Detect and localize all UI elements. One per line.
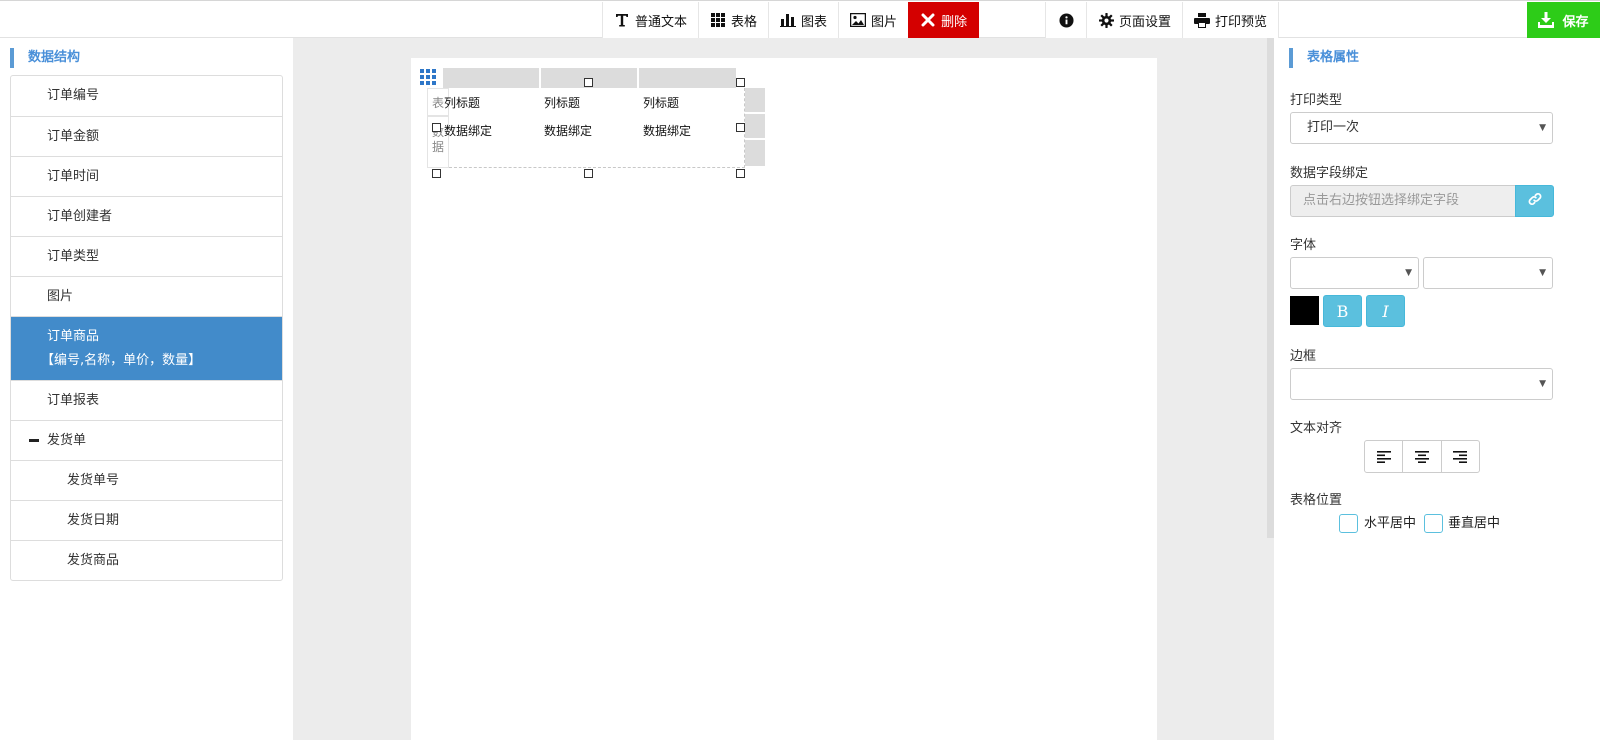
chevron-down-icon: ▼ — [1539, 379, 1546, 389]
tree-item-order-number[interactable]: 订单编号 — [11, 76, 282, 116]
tree-item-label: 订单商品 — [47, 329, 100, 344]
printer-icon — [1194, 12, 1211, 28]
resize-handle[interactable] — [736, 78, 745, 87]
info-icon — [1058, 12, 1074, 28]
print-preview-button[interactable]: 打印预览 — [1182, 2, 1280, 38]
table-position-label: 表格位置 — [1290, 493, 1343, 508]
vertical-center-label: 垂直居中 — [1448, 516, 1501, 531]
table-properties-panel: 表格属性 打印类型 打印一次 ▼ 数据字段绑定 点击右边按钮选择绑定字段 字体 … — [1274, 38, 1600, 740]
print-page[interactable]: 表 数据 列标题 列标题 列标题 数据绑定 数据绑定 数据绑定 — [411, 58, 1157, 740]
data-field-label: 数据字段绑定 — [1290, 166, 1369, 181]
tree-item-shipping-goods[interactable]: 发货商品 — [11, 540, 282, 580]
italic-button[interactable]: I — [1366, 295, 1405, 327]
delete-button[interactable]: 删除 — [908, 2, 980, 38]
row-handle-2[interactable] — [745, 114, 765, 138]
chevron-down-icon: ▼ — [1405, 268, 1412, 278]
bar-chart-icon — [780, 12, 797, 28]
data-binding-cell[interactable]: 数据绑定 — [643, 122, 691, 139]
resize-handle[interactable] — [432, 123, 441, 132]
data-structure-panel: 数据结构 订单编号 订单金额 订单时间 订单创建者 订单类型 图片 订单商品 【… — [0, 38, 293, 740]
text-icon — [614, 12, 630, 28]
align-right-icon — [1453, 450, 1468, 463]
column-title-cell[interactable]: 列标题 — [544, 94, 580, 111]
align-center-icon — [1414, 450, 1429, 463]
vertical-center-checkbox[interactable] — [1424, 514, 1443, 533]
insert-image-button[interactable]: 图片 — [838, 2, 909, 38]
tree-item-order-creator[interactable]: 订单创建者 — [11, 196, 282, 236]
link-icon — [1528, 192, 1542, 210]
horizontal-center-checkbox[interactable] — [1339, 514, 1358, 533]
tree-item-order-time[interactable]: 订单时间 — [11, 156, 282, 196]
border-select[interactable]: ▼ — [1290, 368, 1553, 400]
image-icon — [850, 12, 867, 28]
data-structure-tree: 订单编号 订单金额 订单时间 订单创建者 订单类型 图片 订单商品 【编号,名称… — [10, 75, 283, 581]
chevron-down-icon: ▼ — [1539, 268, 1546, 278]
tree-group-shipping[interactable]: 发货单 — [11, 420, 282, 460]
gear-icon — [1098, 12, 1114, 28]
table-properties-title: 表格属性 — [1289, 48, 1359, 68]
row-handle-3[interactable] — [745, 140, 765, 166]
insert-chart-button[interactable]: 图表 — [768, 2, 839, 38]
grid-icon — [710, 12, 726, 28]
close-icon — [920, 12, 936, 28]
row-handle-1[interactable] — [745, 88, 765, 112]
insert-toolbar-group: 普通文本 表格 图表 图片 删除 — [602, 2, 980, 38]
column-title-cell[interactable]: 列标题 — [444, 94, 480, 111]
table-body — [449, 88, 745, 168]
data-binding-cell[interactable]: 数据绑定 — [444, 122, 492, 139]
text-align-label: 文本对齐 — [1290, 421, 1343, 436]
tree-item-order-report[interactable]: 订单报表 — [11, 380, 282, 420]
table-move-icon[interactable] — [419, 68, 437, 86]
tree-item-image[interactable]: 图片 — [11, 276, 282, 316]
print-type-select[interactable]: 打印一次 ▼ — [1290, 112, 1553, 144]
font-family-select[interactable]: ▼ — [1290, 257, 1419, 289]
data-structure-title: 数据结构 — [10, 48, 80, 68]
horizontal-center-label: 水平居中 — [1364, 516, 1417, 531]
save-button[interactable]: 保存 — [1527, 2, 1600, 38]
page-setup-button[interactable]: 页面设置 — [1086, 2, 1183, 38]
tree-item-fields: 【编号,名称，单价，数量】 — [41, 353, 202, 368]
bind-field-button[interactable] — [1515, 185, 1554, 217]
top-toolbar: 普通文本 表格 图表 图片 删除 页面设置 打印预览 保存 — [0, 0, 1600, 38]
canvas-scrollbar[interactable] — [1267, 38, 1274, 538]
data-binding-cell[interactable]: 数据绑定 — [544, 122, 592, 139]
collapse-icon[interactable] — [29, 439, 39, 442]
font-label: 字体 — [1290, 238, 1317, 253]
print-type-label: 打印类型 — [1290, 93, 1343, 108]
tree-item-shipping-date[interactable]: 发货日期 — [11, 500, 282, 540]
info-button[interactable] — [1045, 2, 1086, 38]
border-label: 边框 — [1290, 349, 1317, 364]
tree-item-order-type[interactable]: 订单类型 — [11, 236, 282, 276]
align-right-button[interactable] — [1440, 441, 1479, 472]
page-toolbar-group: 页面设置 打印预览 — [1045, 2, 1280, 38]
chevron-down-icon: ▼ — [1539, 123, 1546, 133]
design-canvas: 表 数据 列标题 列标题 列标题 数据绑定 数据绑定 数据绑定 — [293, 38, 1274, 740]
table-widget[interactable]: 表 数据 列标题 列标题 列标题 数据绑定 数据绑定 数据绑定 — [419, 68, 765, 188]
tree-group-label: 发货单 — [47, 433, 87, 448]
tree-item-shipping-number[interactable]: 发货单号 — [11, 460, 282, 500]
bold-button[interactable]: B — [1323, 295, 1362, 327]
text-align-group — [1364, 440, 1480, 473]
download-icon — [1538, 12, 1555, 28]
resize-handle[interactable] — [584, 169, 593, 178]
font-size-select[interactable]: ▼ — [1423, 257, 1553, 289]
tree-item-order-goods[interactable]: 订单商品 【编号,名称，单价，数量】 — [11, 316, 282, 380]
column-header-1[interactable] — [443, 68, 539, 88]
align-left-button[interactable] — [1365, 441, 1402, 472]
resize-handle[interactable] — [736, 123, 745, 132]
column-title-cell[interactable]: 列标题 — [643, 94, 679, 111]
data-field-input[interactable]: 点击右边按钮选择绑定字段 — [1290, 185, 1516, 217]
insert-table-button[interactable]: 表格 — [698, 2, 769, 38]
tree-item-order-amount[interactable]: 订单金额 — [11, 116, 282, 156]
resize-handle[interactable] — [432, 169, 441, 178]
align-left-icon — [1376, 450, 1391, 463]
column-header-3[interactable] — [639, 68, 736, 88]
align-center-button[interactable] — [1402, 441, 1440, 472]
resize-handle[interactable] — [584, 78, 593, 87]
font-color-picker[interactable] — [1290, 296, 1319, 325]
insert-text-button[interactable]: 普通文本 — [602, 2, 699, 38]
resize-handle[interactable] — [736, 169, 745, 178]
